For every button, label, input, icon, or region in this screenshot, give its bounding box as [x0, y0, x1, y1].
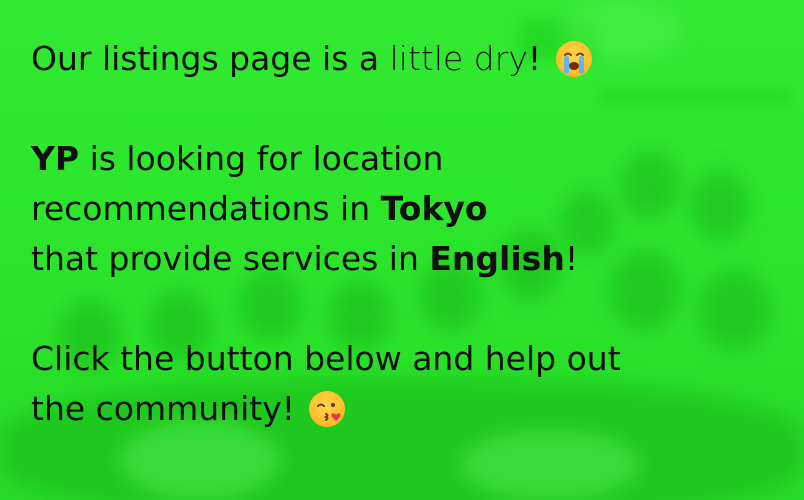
message-line-4: that provide services in English! [31, 234, 780, 284]
message-line-5: Click the button below and help out [31, 339, 621, 378]
text-segment: ! [527, 39, 542, 78]
loudly-crying-face-icon [555, 41, 592, 77]
message-line-2: YP is looking for location [31, 134, 780, 184]
banner-message: Our listings page is a little dry! YP is… [31, 34, 780, 434]
text-segment: ! [564, 239, 579, 278]
message-line-6: the community! [31, 384, 780, 434]
text-segment: that provide services in [31, 239, 430, 278]
message-line-1: Our listings page is a little dry! [31, 34, 780, 84]
face-blowing-kiss-icon [309, 391, 346, 427]
background-blob [460, 430, 640, 500]
text-segment-bold: English [429, 239, 565, 278]
promo-banner: Our listings page is a little dry! YP is… [0, 0, 804, 500]
text-segment-light: little dry [389, 39, 528, 78]
text-segment-bold: YP [31, 139, 80, 178]
text-segment: is looking for location [79, 139, 444, 178]
text-segment: the community! [31, 389, 295, 428]
message-line-3: recommendations in Tokyo [31, 184, 780, 234]
text-segment: Our listings page is a [31, 39, 380, 78]
text-segment: recommendations in [31, 189, 381, 228]
text-segment-bold: Tokyo [380, 189, 488, 228]
